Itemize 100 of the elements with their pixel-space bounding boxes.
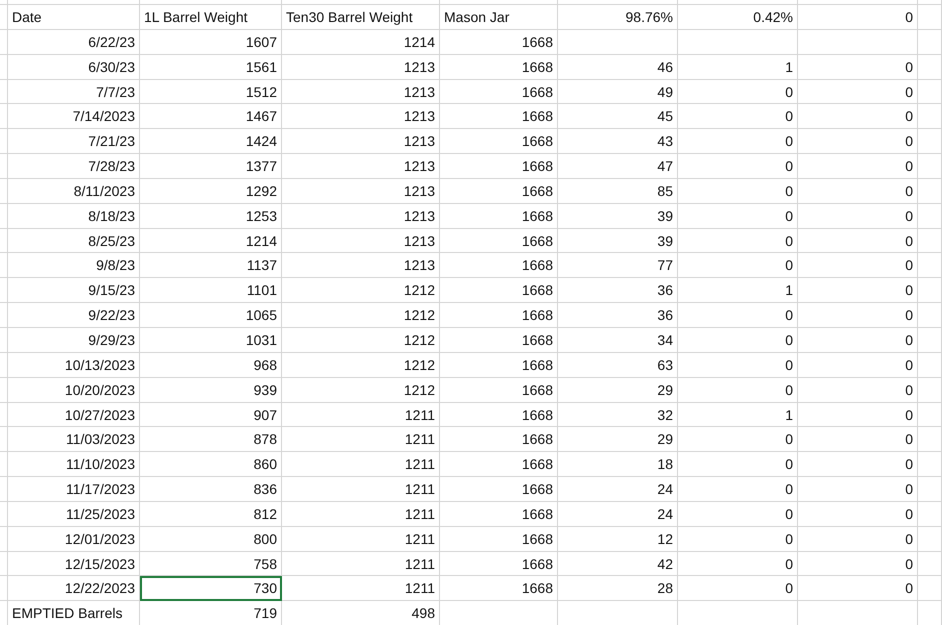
table-cell[interactable]: 1668 (440, 328, 558, 353)
table-cell[interactable]: 1668 (440, 253, 558, 278)
table-cell[interactable]: 1213 (282, 80, 440, 104)
table-cell[interactable] (0, 30, 8, 55)
table-cell[interactable]: 1213 (282, 228, 440, 254)
table-cell[interactable]: 8/11/2023 (8, 178, 140, 204)
table-cell[interactable] (0, 253, 8, 278)
table-cell[interactable] (918, 80, 942, 104)
table-cell[interactable] (558, 0, 678, 5)
table-cell[interactable]: 11/25/2023 (8, 502, 140, 527)
table-cell[interactable]: 836 (140, 477, 282, 502)
table-cell[interactable] (918, 352, 942, 378)
table-cell[interactable]: 1212 (282, 328, 440, 353)
table-cell[interactable]: 1213 (282, 54, 440, 80)
table-cell[interactable]: 98.76% (558, 5, 678, 30)
table-cell[interactable]: 1211 (282, 552, 440, 576)
table-cell[interactable]: 1213 (282, 204, 440, 229)
table-cell[interactable]: 11/17/2023 (8, 477, 140, 502)
table-cell[interactable]: 907 (140, 402, 282, 428)
table-cell[interactable]: 0 (798, 54, 918, 80)
table-cell[interactable]: 1668 (440, 502, 558, 527)
table-cell[interactable]: 1424 (140, 129, 282, 154)
table-cell[interactable]: 0 (678, 526, 798, 552)
table-cell[interactable]: 6/30/23 (8, 54, 140, 80)
table-cell[interactable] (0, 552, 8, 576)
table-cell[interactable]: 0 (678, 328, 798, 353)
table-cell[interactable]: 1L Barrel Weight (140, 5, 282, 30)
table-cell[interactable]: 43 (558, 129, 678, 154)
table-cell[interactable]: 800 (140, 526, 282, 552)
table-cell[interactable]: 8/25/23 (8, 228, 140, 254)
table-cell[interactable]: 1212 (282, 303, 440, 328)
table-cell[interactable] (918, 278, 942, 304)
table-cell[interactable]: 46 (558, 54, 678, 80)
table-cell[interactable]: 1668 (440, 402, 558, 428)
table-cell[interactable] (918, 30, 942, 55)
table-cell[interactable]: 0 (798, 526, 918, 552)
table-cell[interactable] (918, 228, 942, 254)
table-cell[interactable] (0, 178, 8, 204)
table-cell[interactable]: 24 (558, 502, 678, 527)
table-cell[interactable]: 0 (678, 204, 798, 229)
table-cell[interactable]: 1668 (440, 204, 558, 229)
table-cell[interactable] (0, 204, 8, 229)
table-cell[interactable]: 0 (678, 253, 798, 278)
table-cell[interactable]: 0 (798, 303, 918, 328)
table-cell[interactable]: 0 (678, 477, 798, 502)
table-cell[interactable]: 49 (558, 80, 678, 104)
table-cell[interactable] (918, 54, 942, 80)
table-cell[interactable] (918, 526, 942, 552)
table-cell[interactable]: 1211 (282, 477, 440, 502)
table-cell[interactable]: 1213 (282, 253, 440, 278)
table-cell[interactable]: 45 (558, 104, 678, 130)
table-cell[interactable]: 730 (140, 576, 282, 602)
table-cell[interactable] (0, 129, 8, 154)
table-cell[interactable]: 36 (558, 303, 678, 328)
table-cell[interactable]: 0 (798, 328, 918, 353)
table-cell[interactable]: 9/8/23 (8, 253, 140, 278)
table-cell[interactable]: 1 (678, 402, 798, 428)
table-cell[interactable]: 1211 (282, 427, 440, 452)
table-cell[interactable] (0, 452, 8, 478)
table-cell[interactable]: 1377 (140, 154, 282, 179)
table-cell[interactable]: 42 (558, 552, 678, 576)
table-cell[interactable] (0, 154, 8, 179)
table-cell[interactable]: 1668 (440, 477, 558, 502)
table-cell[interactable]: 0 (798, 278, 918, 304)
table-cell[interactable]: 0 (678, 129, 798, 154)
table-cell[interactable] (918, 378, 942, 402)
table-cell[interactable] (918, 104, 942, 130)
table-cell[interactable]: 1668 (440, 30, 558, 55)
table-cell[interactable]: 1213 (282, 154, 440, 179)
table-cell[interactable]: 0 (798, 80, 918, 104)
table-cell[interactable]: 9/29/23 (8, 328, 140, 353)
table-cell[interactable]: 0 (678, 452, 798, 478)
table-cell[interactable] (918, 204, 942, 229)
table-cell[interactable]: 0 (798, 378, 918, 402)
table-cell[interactable]: 1137 (140, 253, 282, 278)
table-cell[interactable]: 1213 (282, 104, 440, 130)
table-cell[interactable] (282, 0, 440, 5)
table-cell[interactable]: 10/27/2023 (8, 402, 140, 428)
table-cell[interactable]: 1212 (282, 378, 440, 402)
table-cell[interactable]: 8/18/23 (8, 204, 140, 229)
table-cell[interactable] (0, 303, 8, 328)
table-cell[interactable]: 1213 (282, 129, 440, 154)
table-cell[interactable]: 1031 (140, 328, 282, 353)
table-cell[interactable]: 24 (558, 477, 678, 502)
table-cell[interactable] (558, 30, 678, 55)
table-cell[interactable] (0, 228, 8, 254)
table-cell[interactable]: 1668 (440, 80, 558, 104)
table-cell[interactable]: 0 (798, 352, 918, 378)
table-cell[interactable] (918, 253, 942, 278)
table-cell[interactable]: 0 (798, 204, 918, 229)
table-cell[interactable]: 0 (798, 502, 918, 527)
table-cell[interactable]: 0 (798, 129, 918, 154)
table-cell[interactable]: 34 (558, 328, 678, 353)
table-cell[interactable]: Date (8, 5, 140, 30)
table-cell[interactable] (0, 402, 8, 428)
table-cell[interactable] (0, 378, 8, 402)
table-cell[interactable]: 1292 (140, 178, 282, 204)
table-cell[interactable]: 0 (678, 154, 798, 179)
table-cell[interactable]: 1668 (440, 54, 558, 80)
table-cell[interactable]: EMPTIED Barrels (8, 601, 140, 625)
